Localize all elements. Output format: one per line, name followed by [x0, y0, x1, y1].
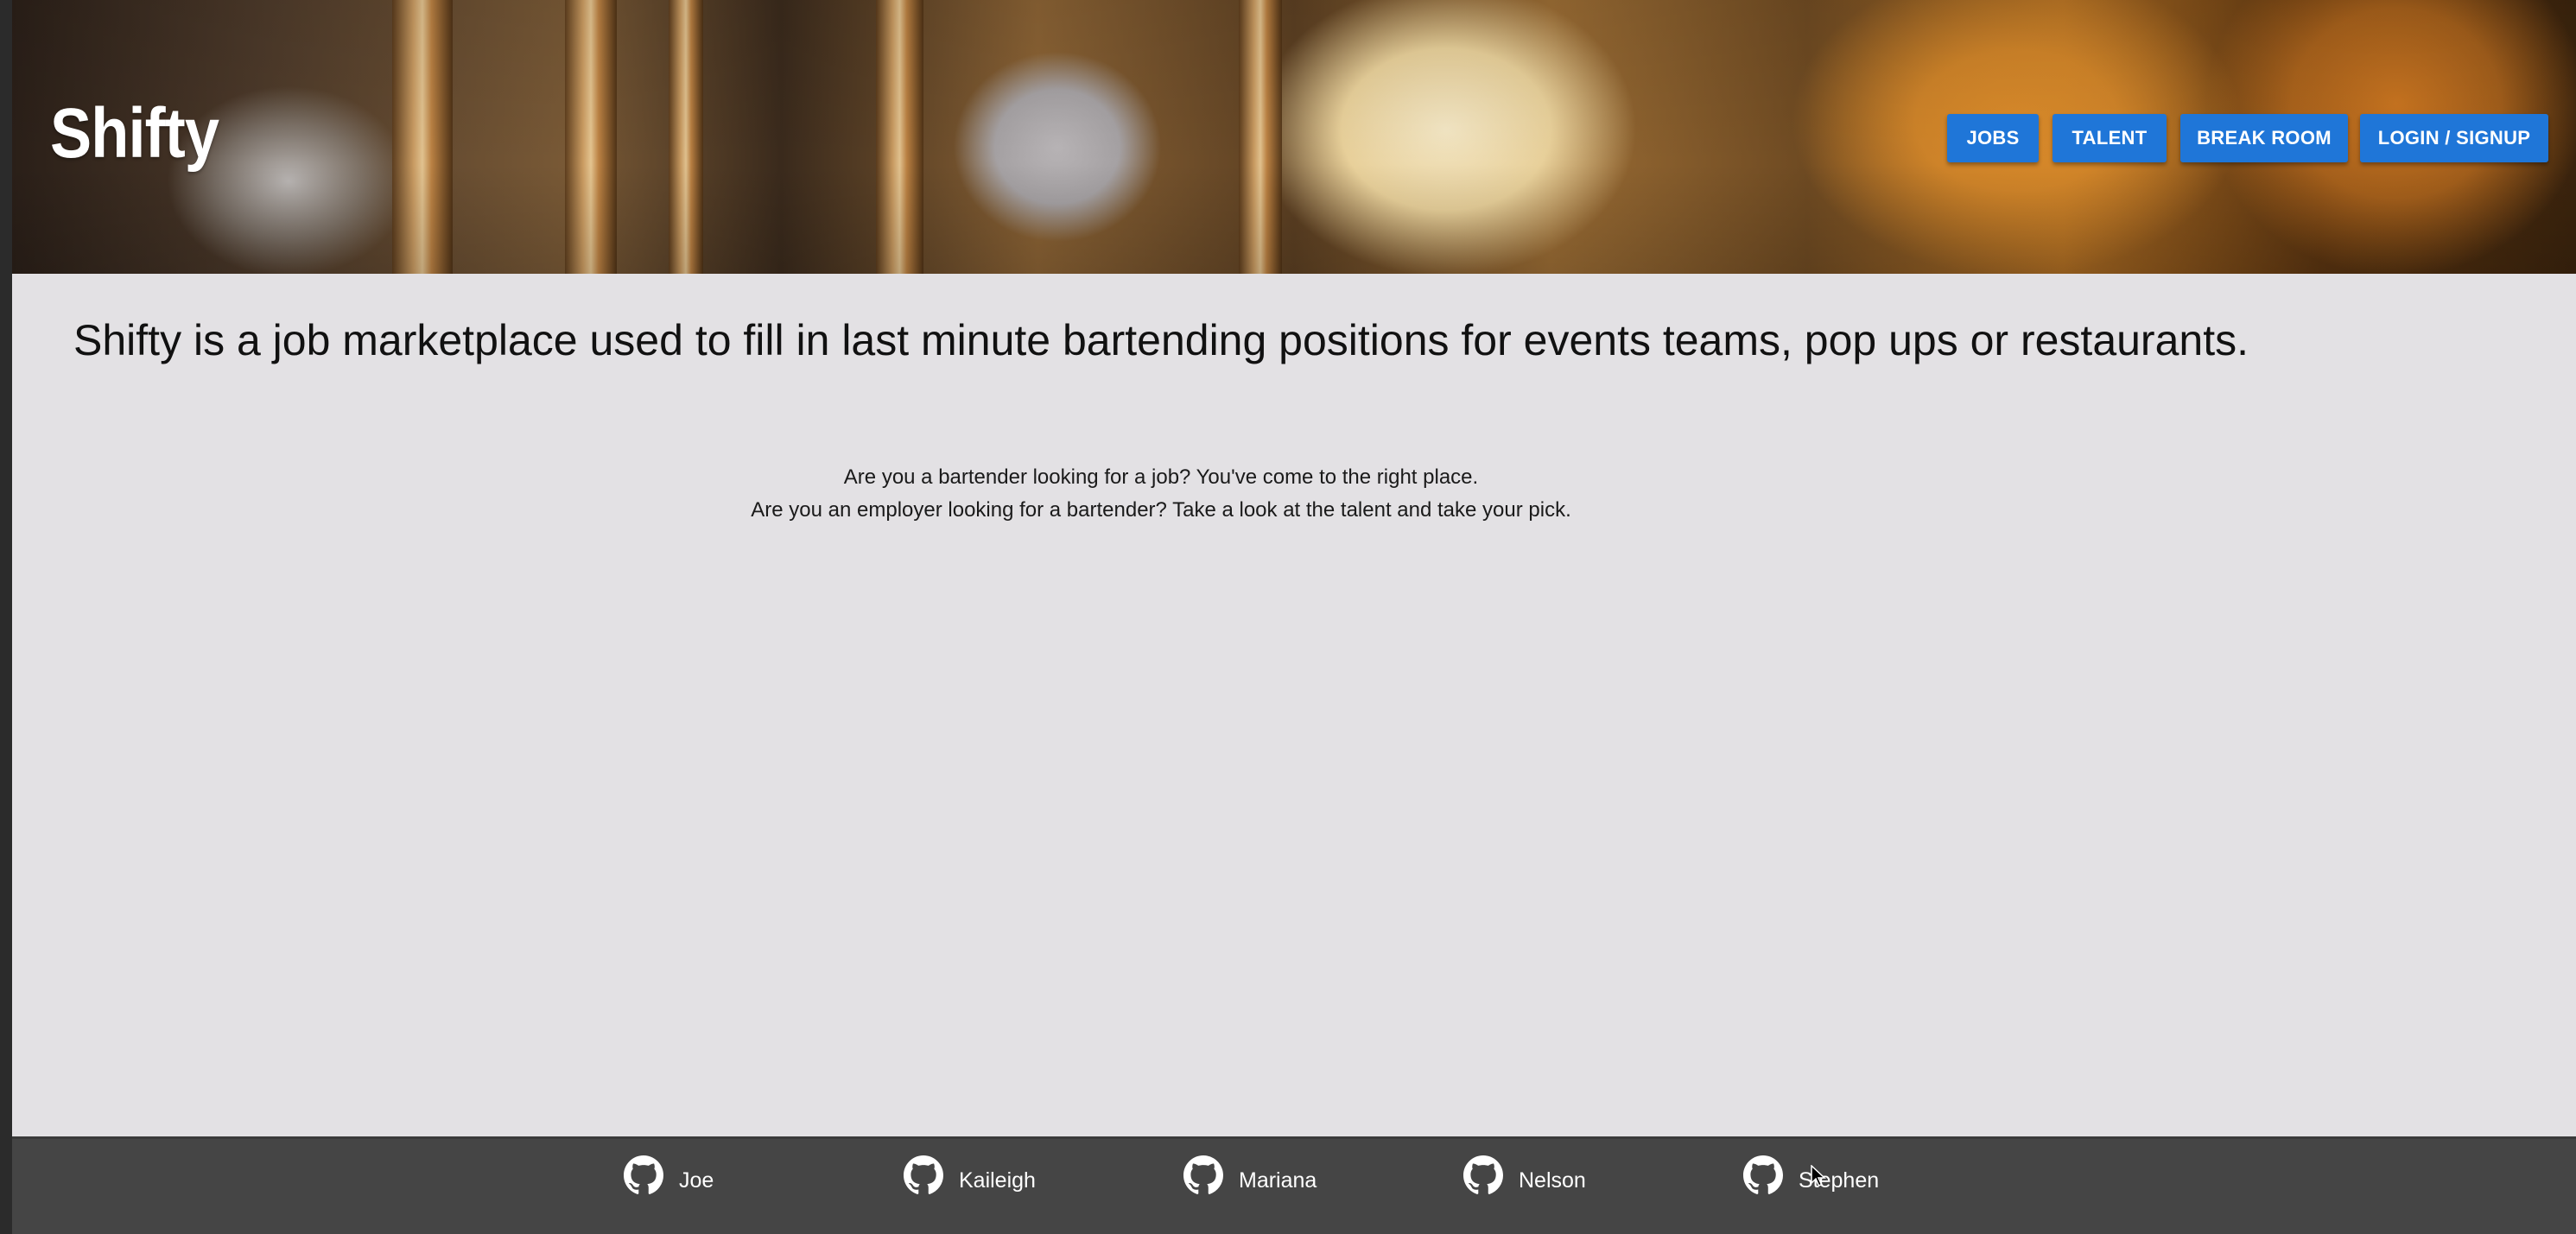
footer-link-label: Nelson	[1519, 1168, 1586, 1193]
github-icon	[624, 1155, 663, 1194]
footer-link-label: Joe	[679, 1168, 714, 1193]
nav-break-room-button[interactable]: BREAK ROOM	[2180, 114, 2348, 162]
github-icon	[1743, 1155, 1783, 1194]
page: Shifty JOBS TALENT BREAK ROOM LOGIN / SI…	[12, 0, 2576, 1234]
nav-login-signup-button[interactable]: LOGIN / SIGNUP	[2360, 114, 2548, 162]
intro-line-bartender: Are you a bartender looking for a job? Y…	[843, 465, 1479, 489]
intro-text: Are you a bartender looking for a job? Y…	[64, 461, 2258, 527]
footer-link-label: Kaileigh	[959, 1168, 1036, 1193]
github-icon	[1183, 1155, 1223, 1194]
footer-link-kaileigh[interactable]: Kaileigh	[904, 1151, 1036, 1199]
footer-link-joe[interactable]: Joe	[624, 1151, 714, 1199]
intro-line-employer: Are you an employer looking for a barten…	[751, 498, 1571, 522]
github-icon	[904, 1155, 943, 1194]
footer-link-label: Mariana	[1239, 1168, 1317, 1193]
nav-jobs-button[interactable]: JOBS	[1947, 114, 2039, 162]
page-headline: Shifty is a job marketplace used to fill…	[73, 316, 2249, 364]
footer-link-nelson[interactable]: Nelson	[1463, 1151, 1586, 1199]
hero-header: Shifty JOBS TALENT BREAK ROOM LOGIN / SI…	[12, 0, 2576, 274]
github-icon	[1463, 1155, 1503, 1194]
main-nav: JOBS TALENT BREAK ROOM LOGIN / SIGNUP	[12, 114, 2576, 162]
footer-link-mariana[interactable]: Mariana	[1183, 1151, 1317, 1199]
nav-talent-button[interactable]: TALENT	[2053, 114, 2167, 162]
footer: Joe Kaileigh Mariana Nelson Stephen	[12, 1136, 2576, 1234]
mouse-cursor-icon	[1811, 1165, 1826, 1187]
